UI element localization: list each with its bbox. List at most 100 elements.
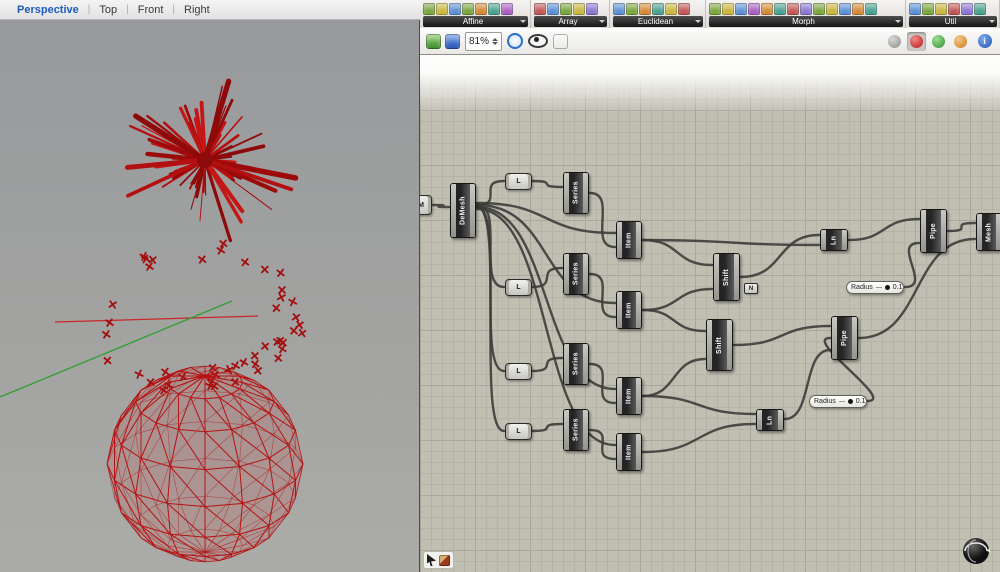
component-pipe-2[interactable]: Pipe	[831, 316, 858, 360]
box-morph-icon[interactable]	[735, 2, 747, 15]
component-label: Pipe	[926, 210, 941, 252]
rhino-viewport-pane: Perspective | Top | Front | Right	[0, 0, 420, 572]
zoom-level-dropdown[interactable]: 81%	[465, 31, 503, 51]
ribbon-group-label-array[interactable]: Array	[534, 16, 607, 27]
splop-icon[interactable]	[813, 2, 825, 15]
info-button[interactable]: i	[975, 32, 994, 51]
bend-deform-icon[interactable]	[709, 2, 721, 15]
scale-icon[interactable]	[449, 2, 461, 15]
component-pipe-1[interactable]: Pipe	[920, 209, 947, 253]
component-length-4[interactable]: L	[505, 423, 532, 440]
mirror-curve-icon[interactable]	[787, 2, 799, 15]
orient-direction-icon[interactable]	[501, 2, 513, 15]
component-length-1[interactable]: L	[505, 173, 532, 190]
ribbon-group-label-affine[interactable]: Affine	[423, 16, 528, 27]
perspective-viewport[interactable]	[0, 20, 420, 572]
preview-off-button[interactable]	[885, 32, 904, 51]
stretch-icon[interactable]	[839, 2, 851, 15]
component-mesh-param[interactable]: M	[420, 195, 432, 215]
component-label: Mesh	[982, 214, 996, 250]
component-series-1[interactable]: Series	[563, 172, 589, 214]
tab-front[interactable]: Front	[129, 4, 173, 16]
component-length-2[interactable]: L	[505, 279, 532, 296]
ribbon-group-label-morph[interactable]: Morph	[709, 16, 903, 27]
component-series-3[interactable]: Series	[563, 343, 589, 385]
save-document-icon[interactable]	[445, 33, 460, 49]
box-array-icon[interactable]	[573, 2, 585, 15]
component-series-4[interactable]: Series	[563, 409, 589, 451]
sporph-icon[interactable]	[826, 2, 838, 15]
preview-baked-icon	[954, 34, 967, 48]
project-icon[interactable]	[423, 2, 435, 15]
transform-icon[interactable]	[948, 2, 960, 15]
rect-mapping-icon[interactable]	[436, 2, 448, 15]
canvas-cursor-icon[interactable]	[427, 554, 436, 566]
preview-custom-button[interactable]	[907, 31, 926, 51]
tab-top[interactable]: Top	[90, 4, 126, 16]
component-label: Ln	[826, 230, 842, 250]
viewport-3d-scene	[0, 78, 307, 563]
slider-handle[interactable]	[884, 285, 890, 290]
component-wrap-toggle[interactable]: N	[744, 283, 758, 294]
component-shift-2[interactable]: Shift	[706, 319, 733, 371]
map-to-surface-icon[interactable]	[774, 2, 786, 15]
component-item-3[interactable]: Item	[616, 377, 642, 415]
twist-icon[interactable]	[865, 2, 877, 15]
curve-array-icon[interactable]	[586, 2, 598, 15]
tab-right[interactable]: Right	[175, 4, 219, 16]
taper-icon[interactable]	[852, 2, 864, 15]
slider-radius-slider-2[interactable]: Radius 0.1	[809, 395, 867, 408]
preview-eye-icon[interactable]	[528, 34, 549, 48]
component-label: Pipe	[837, 317, 852, 359]
flow-icon[interactable]	[748, 2, 760, 15]
ribbon-icon-row	[709, 1, 903, 16]
sketch-brush-icon[interactable]	[553, 34, 568, 49]
rotate-icon[interactable]	[678, 2, 690, 15]
orient-icon[interactable]	[665, 2, 677, 15]
shear-angle-icon[interactable]	[488, 2, 500, 15]
canvas-paint-icon[interactable]	[439, 554, 450, 566]
grasshopper-canvas[interactable]: M DeMesh L Series Item L Series Item Shift N L Seri…	[420, 55, 1000, 572]
move-to-plane-icon[interactable]	[652, 2, 664, 15]
move-away-from-icon[interactable]	[639, 2, 651, 15]
scale-nu-icon[interactable]	[462, 2, 474, 15]
zoom-default-icon[interactable]	[507, 33, 524, 49]
component-shift-1[interactable]: Shift	[713, 253, 740, 301]
inverse-transform-icon[interactable]	[922, 2, 934, 15]
mirror-surface-icon[interactable]	[800, 2, 812, 15]
component-demesh[interactable]: DeMesh	[450, 183, 476, 238]
tab-perspective[interactable]: Perspective	[8, 4, 88, 16]
shear-icon[interactable]	[475, 2, 487, 15]
component-item-1[interactable]: Item	[616, 221, 642, 259]
component-item-2[interactable]: Item	[616, 291, 642, 329]
component-series-2[interactable]: Series	[563, 253, 589, 295]
slider-handle[interactable]	[847, 399, 853, 404]
zoom-level-value: 81%	[469, 35, 490, 47]
maelstrom-icon[interactable]	[761, 2, 773, 15]
component-label: Series	[569, 410, 583, 450]
mirror-icon[interactable]	[613, 2, 625, 15]
compound-icon[interactable]	[909, 2, 921, 15]
split-icon[interactable]	[935, 2, 947, 15]
output-nubs	[941, 210, 946, 252]
component-mesh-out[interactable]: Mesh	[976, 213, 1000, 251]
group-icon[interactable]	[961, 2, 973, 15]
blend-box-icon[interactable]	[722, 2, 734, 15]
preview-baked-button[interactable]	[951, 32, 970, 51]
preview-shaded-button[interactable]	[929, 32, 948, 51]
rectangular-array-icon[interactable]	[560, 2, 572, 15]
linear-array-icon[interactable]	[534, 2, 546, 15]
ribbon-group-label-util[interactable]: Util	[909, 16, 997, 27]
component-length-3[interactable]: L	[505, 363, 532, 380]
polar-array-icon[interactable]	[547, 2, 559, 15]
navigation-ball[interactable]	[960, 534, 992, 566]
component-line-2[interactable]: Ln	[756, 409, 784, 431]
slider-radius-slider-1[interactable]: Radius 0.1	[846, 281, 904, 294]
ribbon-group-label-euclidean[interactable]: Euclidean	[613, 16, 703, 27]
zoom-spinner[interactable]	[492, 37, 499, 45]
open-document-icon[interactable]	[426, 33, 441, 49]
move-icon[interactable]	[626, 2, 638, 15]
ungroup-icon[interactable]	[974, 2, 986, 15]
component-line-1[interactable]: Ln	[820, 229, 848, 251]
component-item-4[interactable]: Item	[616, 433, 642, 471]
